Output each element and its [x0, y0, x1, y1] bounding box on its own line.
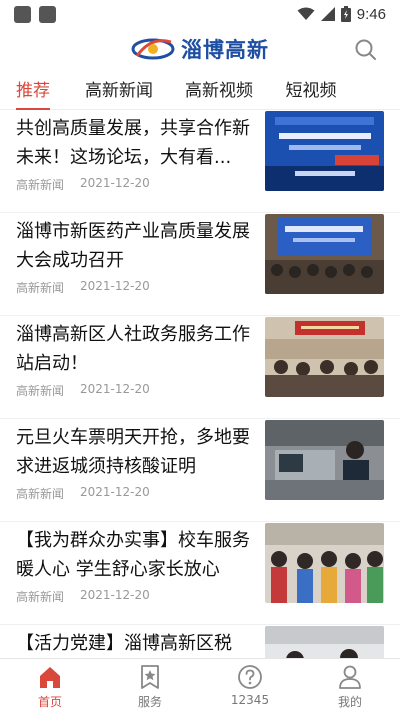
question-icon [238, 665, 262, 689]
star-bookmark-icon [141, 665, 159, 689]
news-item[interactable]: 【活力党建】淄博高新区税 [0, 625, 400, 658]
news-date: 2021-12-20 [80, 485, 150, 499]
wifi-icon [297, 7, 315, 20]
tab-news[interactable]: 高新新闻 [84, 74, 154, 109]
tab-short-video[interactable]: 短视频 [284, 74, 338, 109]
search-icon [355, 39, 376, 60]
nav-profile[interactable]: 我的 [300, 659, 400, 711]
nav-label: 我的 [337, 695, 362, 709]
news-feed: 共创高质量发展，共享合作新未来！这场论坛，大有看... 高新新闻 2021-12… [0, 110, 400, 658]
news-title: 元旦火车票明天开抢，多地要求进返城须持核酸证明 [16, 427, 250, 477]
home-icon [40, 667, 60, 688]
news-source: 高新新闻 [16, 590, 65, 604]
news-title: 【活力党建】淄博高新区税 [16, 633, 232, 654]
news-title: 淄博市新医药产业高质量发展大会成功召开 [16, 221, 250, 271]
notification-icon [14, 5, 31, 23]
category-tabs: 推荐 高新新闻 高新视频 短视频 [0, 74, 400, 110]
news-source: 高新新闻 [16, 281, 65, 295]
bottom-nav: 首页 服务 12345 我的 [0, 658, 400, 711]
nav-service[interactable]: 服务 [100, 659, 200, 711]
status-bar: 9:46 [0, 0, 400, 28]
nav-label: 服务 [137, 695, 162, 709]
nav-home[interactable]: 首页 [0, 659, 100, 711]
news-item[interactable]: 共创高质量发展，共享合作新未来！这场论坛，大有看... 高新新闻 2021-12… [0, 110, 400, 213]
news-title: 淄博高新区人社政务服务工作站启动！ [16, 324, 250, 374]
news-item[interactable]: 淄博高新区人社政务服务工作站启动！ 高新新闻 2021-12-20 [0, 316, 400, 419]
news-item[interactable]: 元旦火车票明天开抢，多地要求进返城须持核酸证明 高新新闻 2021-12-20 [0, 419, 400, 522]
news-date: 2021-12-20 [80, 382, 150, 396]
news-thumbnail [265, 317, 384, 397]
search-button[interactable] [354, 38, 378, 62]
news-date: 2021-12-20 [80, 588, 150, 602]
news-item[interactable]: 【我为群众办实事】校车服务暖人心 学生舒心家长放心 高新新闻 2021-12-2… [0, 522, 400, 625]
news-thumbnail [265, 111, 384, 191]
app-header: 淄博高新 [0, 28, 400, 70]
nav-12345[interactable]: 12345 [200, 659, 300, 711]
news-title: 共创高质量发展，共享合作新未来！这场论坛，大有看... [16, 118, 250, 168]
news-title: 【我为群众办实事】校车服务暖人心 学生舒心家长放心 [16, 530, 250, 580]
clock: 9:46 [356, 5, 386, 23]
news-item[interactable]: 淄博市新医药产业高质量发展大会成功召开 高新新闻 2021-12-20 [0, 213, 400, 316]
tab-recommend[interactable]: 推荐 [16, 74, 50, 110]
person-icon [339, 665, 361, 689]
news-thumbnail [265, 523, 384, 603]
tab-video[interactable]: 高新视频 [184, 74, 254, 109]
news-source: 高新新闻 [16, 384, 65, 398]
logo-text: 淄博高新 [181, 38, 269, 62]
nav-label: 首页 [37, 695, 62, 709]
news-source: 高新新闻 [16, 178, 65, 192]
news-thumbnail [265, 626, 384, 658]
app-logo: 淄博高新 [131, 34, 269, 64]
battery-icon [340, 6, 351, 22]
news-thumbnail [265, 214, 384, 294]
notification-icon [39, 5, 56, 23]
news-date: 2021-12-20 [80, 176, 150, 190]
news-source: 高新新闻 [16, 487, 65, 501]
logo-emblem-icon [131, 38, 175, 60]
news-date: 2021-12-20 [80, 279, 150, 293]
signal-icon [320, 7, 335, 21]
news-thumbnail [265, 420, 384, 500]
nav-label: 12345 [230, 693, 270, 707]
